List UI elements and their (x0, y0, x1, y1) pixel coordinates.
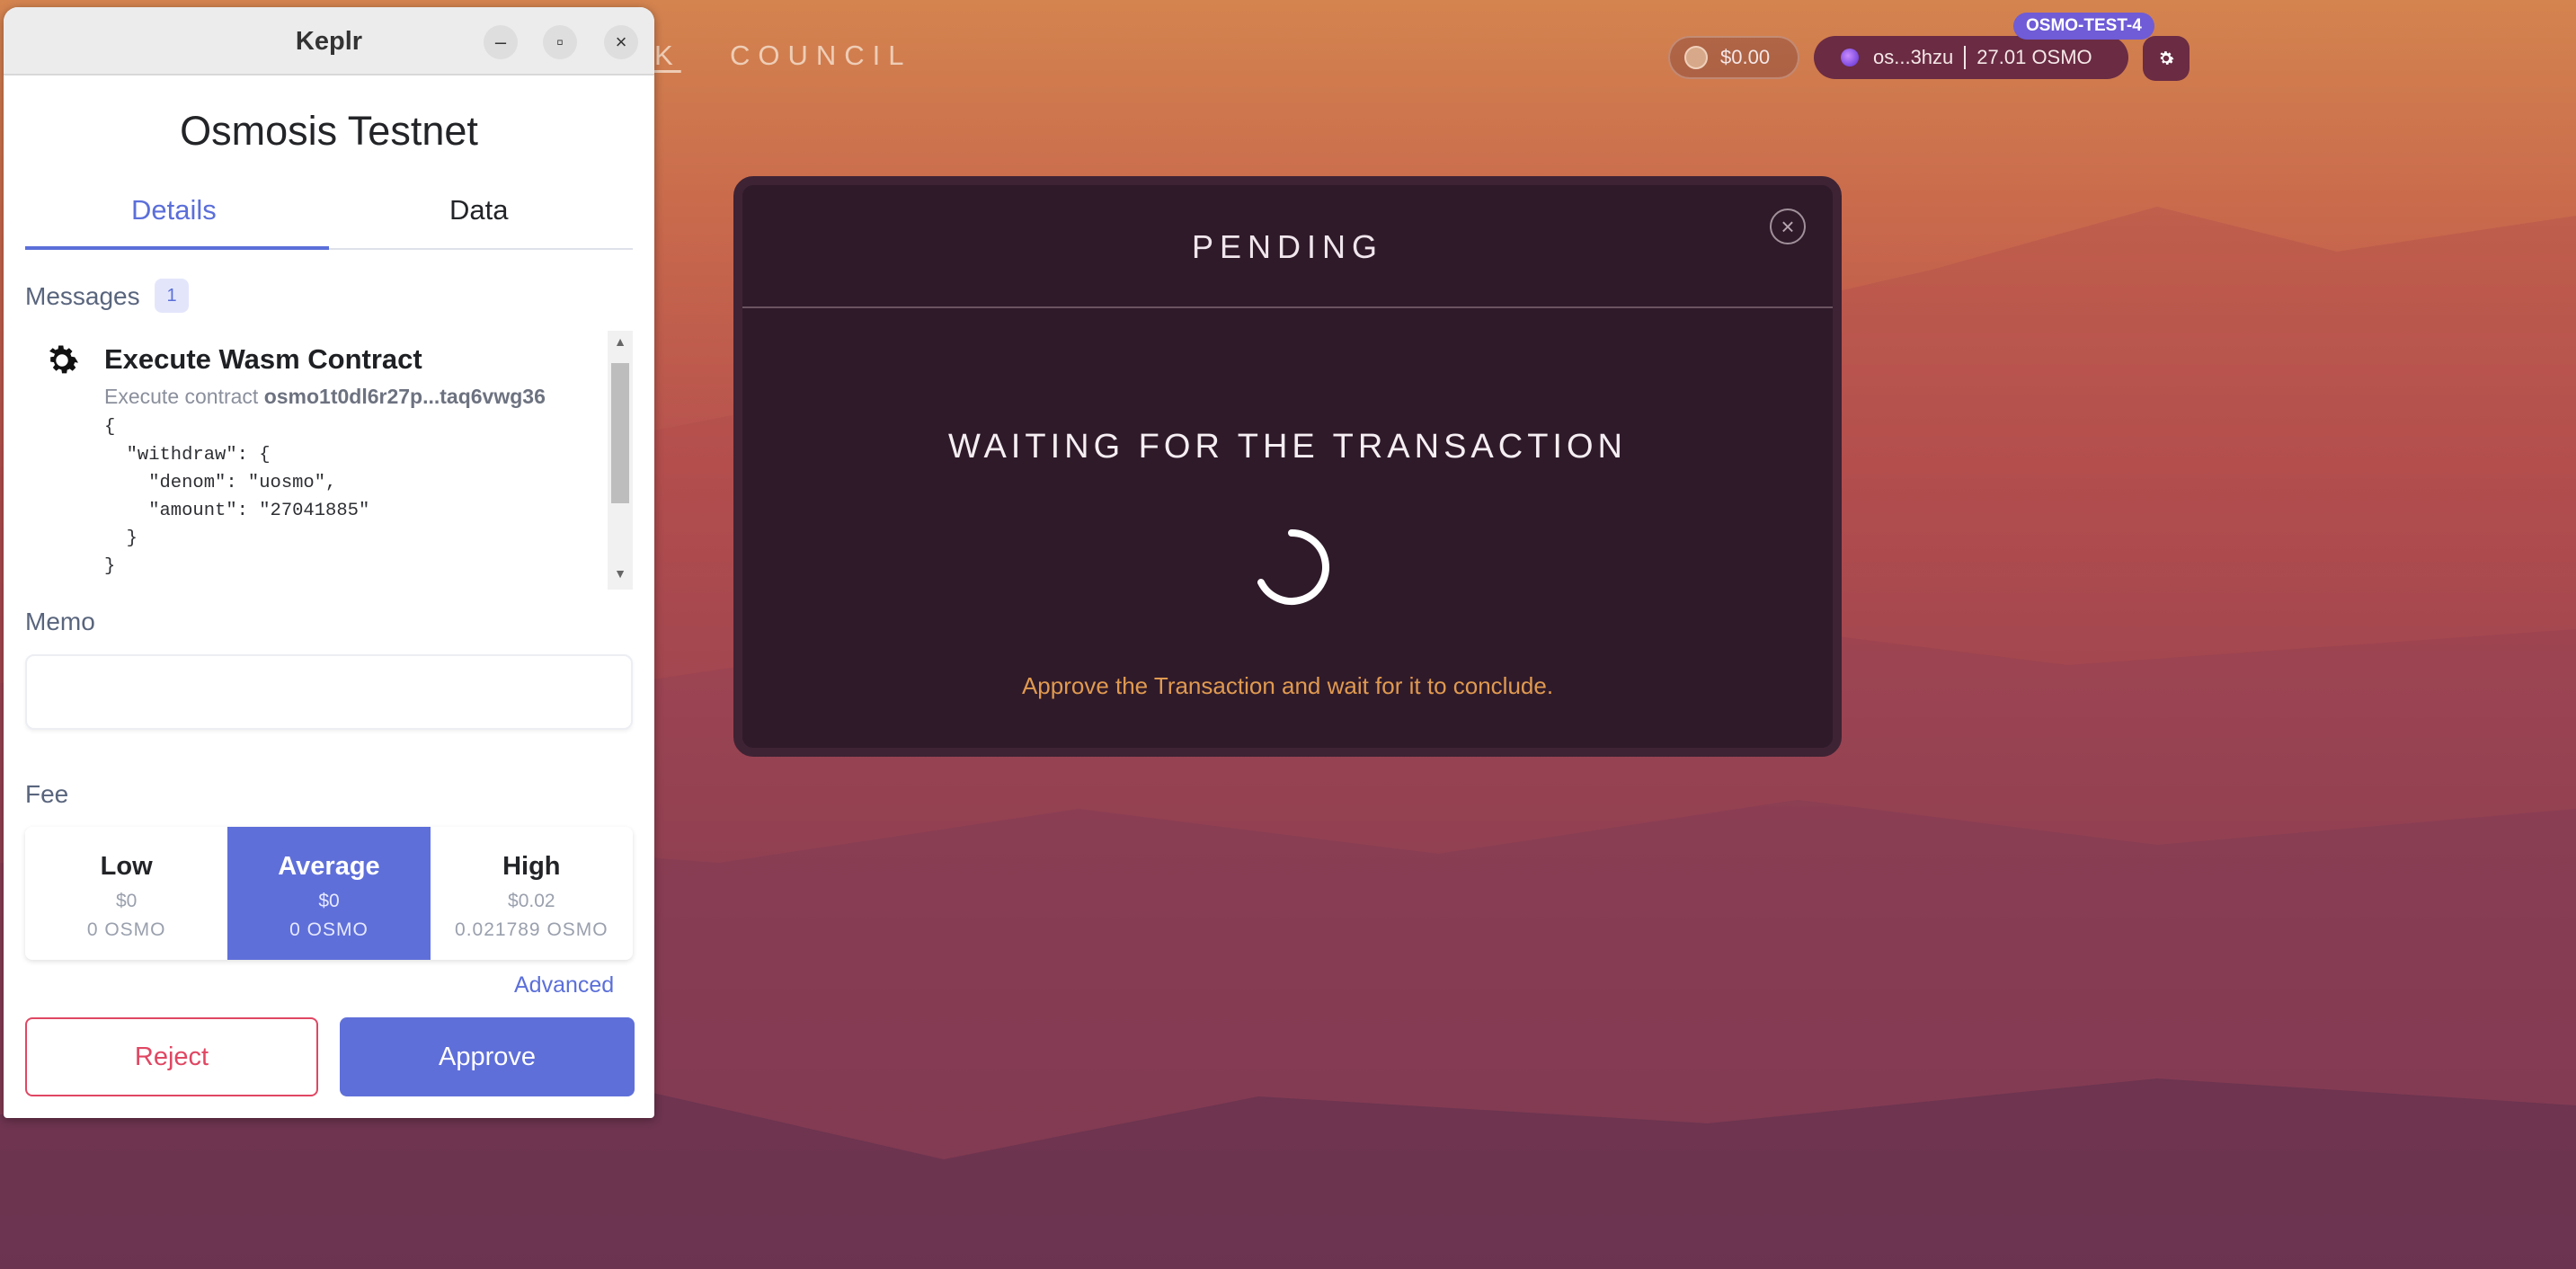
message-subtitle-prefix: Execute contract (104, 385, 259, 408)
wallet-balance: 27.01 OSMO (1976, 46, 2092, 68)
loading-spinner-icon (1257, 529, 1329, 605)
contract-address: osmo1t0dl6r27p...taq6vwg36 (263, 385, 546, 408)
wallet-pill[interactable]: os...3hzu 27.01 OSMO (1814, 36, 2128, 79)
scroll-up-icon[interactable]: ▲ (608, 334, 633, 354)
approve-button[interactable]: Approve (340, 1017, 635, 1096)
fee-option-average[interactable]: Average $0 0 OSMO (227, 827, 431, 960)
message-json: { "withdraw": { "denom": "uosmo", "amoun… (104, 417, 370, 577)
settings-button[interactable] (2143, 36, 2190, 81)
pending-modal: PENDING × WAITING FOR THE TRANSACTION Ap… (733, 176, 1842, 757)
network-badge: OSMO-TEST-4 (2013, 13, 2154, 40)
balance-pill[interactable]: $0.00 (1668, 36, 1799, 79)
message-scrollbar[interactable]: ▲ ▼ (608, 331, 633, 590)
tab-data[interactable]: Data (449, 194, 508, 226)
coin-icon (1684, 46, 1708, 69)
chain-name: Osmosis Testnet (180, 108, 478, 154)
window-titlebar[interactable]: Keplr – ▫ × (4, 7, 654, 75)
modal-title: PENDING (1191, 228, 1384, 265)
scroll-down-icon[interactable]: ▼ (608, 566, 633, 586)
fee-label: Fee (25, 780, 69, 808)
osmosis-logo-icon (1841, 49, 1859, 67)
fee-option-low[interactable]: Low $0 0 OSMO (25, 827, 227, 960)
messages-count-badge: 1 (155, 279, 189, 313)
message-title: Execute Wasm Contract (104, 343, 422, 375)
maximize-button[interactable]: ▫ (543, 25, 577, 59)
fee-osmo: 0 OSMO (86, 919, 166, 940)
approve-note: Approve the Transaction and wait for it … (1021, 672, 1554, 699)
fee-name: High (502, 852, 561, 881)
messages-label: Messages (25, 282, 140, 310)
nav-link-council[interactable]: COUNCIL (730, 40, 912, 72)
modal-divider (742, 306, 1833, 308)
close-icon[interactable]: × (1770, 209, 1806, 244)
fee-usd: $0 (115, 891, 138, 911)
tab-details[interactable]: Details (131, 194, 217, 226)
advanced-link[interactable]: Advanced (514, 972, 614, 998)
fee-name: Average (278, 852, 380, 881)
memo-label: Memo (25, 608, 95, 635)
message-subtitle: Execute contract osmo1t0dl6r27p...taq6vw… (104, 385, 546, 409)
fee-usd: $0.02 (508, 891, 555, 911)
fee-osmo: 0 OSMO (289, 919, 369, 940)
fee-name: Low (100, 852, 153, 881)
gear-icon (49, 345, 79, 374)
keplr-window: Keplr – ▫ × Osmosis Testnet Details Data… (4, 7, 654, 1118)
wallet-address: os...3hzu (1873, 46, 1954, 68)
balance-value: $0.00 (1720, 46, 1771, 68)
gear-icon (2160, 51, 2174, 65)
memo-input[interactable] (25, 654, 633, 730)
reject-button[interactable]: Reject (25, 1017, 318, 1096)
nav-link-k[interactable]: K (654, 40, 681, 72)
fee-osmo: 0.021789 OSMO (455, 919, 608, 940)
fee-selector: Low $0 0 OSMO Average $0 0 OSMO High $0.… (25, 827, 633, 960)
message-panel: Execute Wasm Contract Execute contract o… (25, 331, 636, 591)
waiting-heading: WAITING FOR THE TRANSACTION (948, 428, 1627, 466)
minimize-button[interactable]: – (484, 25, 518, 59)
wallet-separator (1964, 46, 1967, 69)
tab-active-indicator (25, 246, 329, 250)
fee-usd: $0 (318, 891, 340, 911)
close-window-button[interactable]: × (604, 25, 638, 59)
fee-option-high[interactable]: High $0.02 0.021789 OSMO (431, 827, 633, 960)
scroll-thumb[interactable] (611, 363, 629, 503)
